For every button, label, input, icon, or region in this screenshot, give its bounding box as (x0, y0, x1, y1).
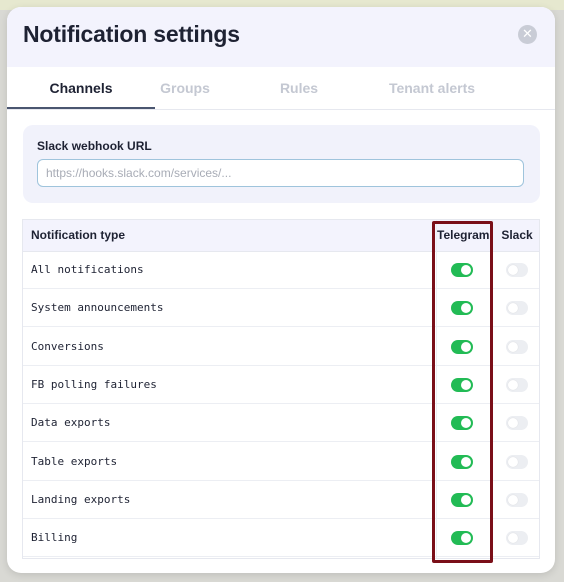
slack-toggle[interactable] (506, 416, 528, 431)
notification-type-label: Conversions (31, 339, 104, 353)
table-row: Data exports (23, 404, 539, 443)
header-slack: Slack (501, 228, 533, 242)
toggle-knob (508, 533, 518, 544)
tab-bar: Channels Groups Rules Tenant alerts (7, 67, 555, 110)
header-notification-type: Notification type (31, 228, 126, 242)
notification-type-label: Table exports (31, 454, 118, 468)
table-row: Conversions (23, 328, 539, 366)
toggle-knob (508, 418, 518, 429)
tab-groups[interactable]: Groups (155, 67, 215, 109)
notification-type-label: System announcements (31, 301, 164, 315)
telegram-toggle[interactable] (451, 377, 473, 392)
telegram-toggle[interactable] (451, 263, 473, 277)
toggle-knob (461, 494, 471, 505)
toggle-knob (461, 303, 471, 314)
telegram-toggle[interactable] (451, 492, 473, 507)
modal-header: Notification settings ✕ (7, 7, 555, 67)
notification-type-label: Billing (31, 531, 78, 545)
table-row: Billing (23, 519, 539, 558)
slack-toggle[interactable] (506, 301, 528, 316)
toggle-knob (508, 379, 518, 390)
tab-rules[interactable]: Rules (269, 67, 329, 109)
table-row: All notifications (23, 251, 539, 289)
table-header: Notification type Telegram Slack (23, 220, 539, 252)
telegram-toggle[interactable] (451, 454, 473, 469)
telegram-toggle[interactable] (451, 301, 473, 316)
tab-channels[interactable]: Channels (7, 67, 155, 109)
toggle-knob (508, 341, 518, 352)
toggle-knob (508, 456, 518, 467)
toggle-knob (461, 418, 471, 429)
notification-type-label: FB polling failures (31, 377, 157, 391)
slack-webhook-card: Slack webhook URL (23, 125, 540, 203)
slack-toggle[interactable] (506, 377, 528, 392)
toggle-knob (461, 456, 471, 467)
slack-webhook-input[interactable] (37, 159, 524, 187)
telegram-toggle[interactable] (451, 416, 473, 431)
telegram-toggle[interactable] (451, 339, 473, 354)
table-row: FB polling failures (23, 366, 539, 404)
slack-toggle[interactable] (506, 263, 528, 277)
table-row: Table exports (23, 443, 539, 481)
notification-settings-modal: Notification settings ✕ Channels Groups … (7, 7, 555, 573)
webhook-label: Slack webhook URL (37, 139, 152, 153)
modal-title: Notification settings (23, 21, 240, 47)
slack-toggle[interactable] (506, 339, 528, 354)
toggle-knob (461, 341, 471, 352)
notification-type-label: Landing exports (31, 492, 131, 506)
toggle-knob (508, 265, 518, 275)
slack-toggle[interactable] (506, 492, 528, 507)
toggle-knob (461, 265, 471, 275)
toggle-knob (508, 494, 518, 505)
table-row: Landing exports (23, 481, 539, 519)
close-icon[interactable]: ✕ (518, 25, 537, 44)
slack-toggle[interactable] (506, 531, 528, 546)
slack-toggle[interactable] (506, 454, 528, 469)
header-telegram: Telegram (437, 228, 490, 242)
notification-type-label: All notifications (31, 263, 144, 276)
table-row: System announcements (23, 289, 539, 328)
notification-type-label: Data exports (31, 416, 111, 430)
tab-tenant-alerts[interactable]: Tenant alerts (382, 67, 482, 109)
toggle-knob (461, 379, 471, 390)
notification-table: Notification type Telegram Slack All not… (22, 219, 540, 559)
toggle-knob (461, 533, 471, 544)
toggle-knob (508, 303, 518, 314)
telegram-toggle[interactable] (451, 531, 473, 546)
